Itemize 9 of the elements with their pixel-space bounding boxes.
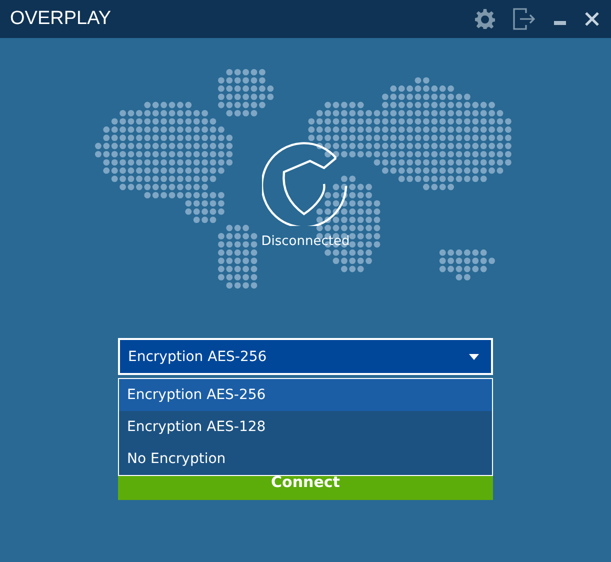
settings-icon[interactable] [475, 9, 495, 29]
caret-icon [469, 354, 479, 360]
window-title: OVERPLAY [10, 8, 112, 30]
dropdown-option[interactable]: Encryption AES-256 [119, 379, 492, 411]
logout-icon[interactable] [513, 8, 535, 30]
dropdown-option[interactable]: Encryption AES-128 [119, 411, 492, 443]
connection-status: Disconnected [261, 234, 350, 249]
close-icon[interactable] [585, 12, 599, 26]
encryption-dropdown[interactable]: Encryption AES-256 [118, 338, 493, 375]
